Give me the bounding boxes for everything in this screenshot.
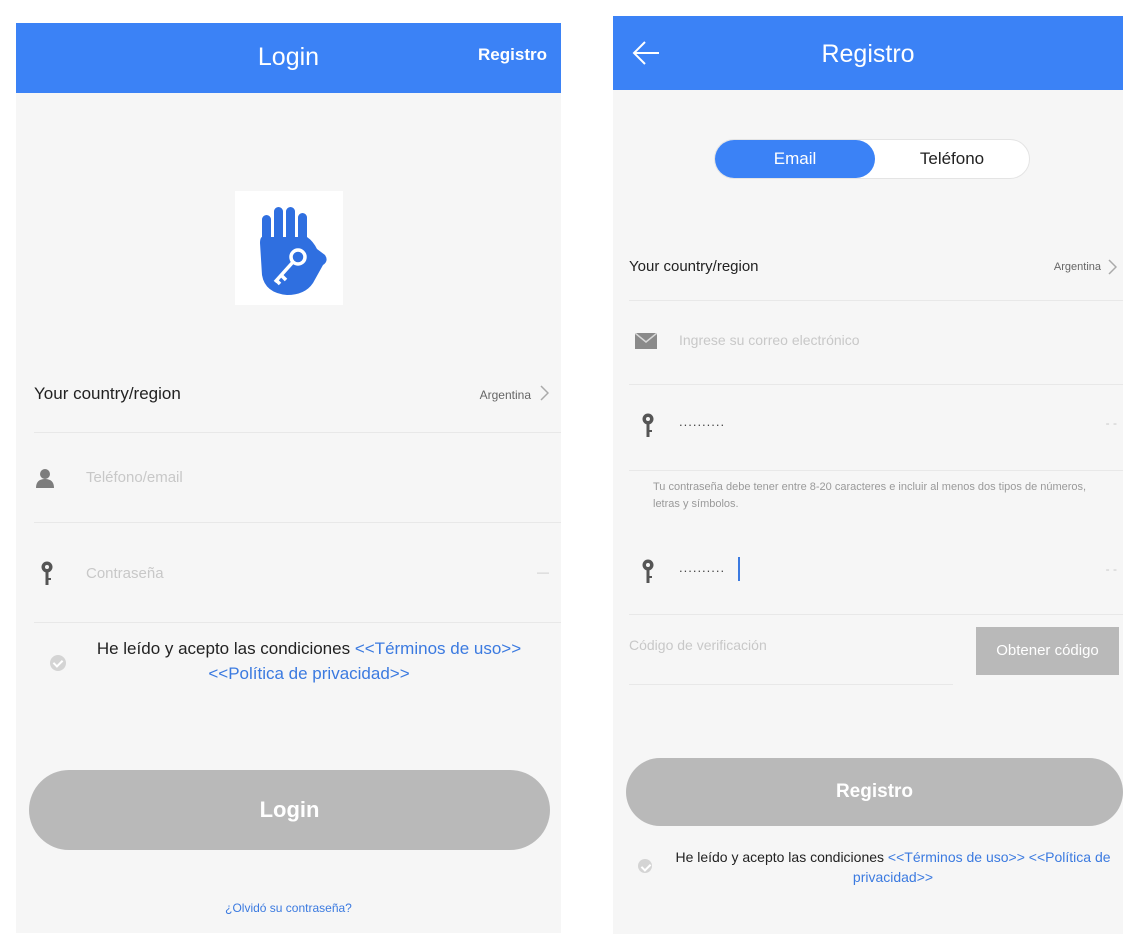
register-screen: Registro Email Teléfono Your country/reg… (613, 16, 1123, 934)
register-topbar: Registro (613, 16, 1123, 90)
tab-email[interactable]: Email (715, 140, 875, 178)
password-field-row: .......... - - (629, 385, 1123, 471)
email-input[interactable]: Ingrese su correo electrónico (679, 332, 1099, 352)
country-label: Your country/region (34, 384, 181, 403)
terms-of-use-link[interactable]: <<Términos de uso>> (355, 639, 521, 658)
login-topbar: Login Registro (16, 23, 561, 93)
login-button[interactable]: Login (29, 770, 550, 850)
terms-statement: He leído y acepto las condiciones (675, 849, 885, 865)
hand-key-icon (260, 207, 327, 295)
terms-checkbox[interactable] (638, 859, 652, 873)
country-value: Argentina (1053, 261, 1101, 273)
code-field-row: Código de verificación (629, 615, 953, 685)
email-field-row: Ingrese su correo electrónico (629, 301, 1123, 385)
user-icon (36, 469, 54, 488)
country-label: Your country/region (629, 258, 759, 275)
password-hint: Tu contraseña debe tener entre 8-20 cara… (653, 481, 1087, 510)
country-row[interactable]: Your country/region Argentina (34, 363, 561, 433)
user-field-row: Teléfono/email (34, 433, 561, 523)
terms-text: He leído y acepto las condiciones <<Térm… (673, 847, 1113, 888)
country-row[interactable]: Your country/region Argentina (629, 241, 1123, 301)
password-field-row: Contraseña — (34, 523, 561, 623)
password-input[interactable]: Contraseña (86, 565, 486, 587)
register-title: Registro (821, 40, 915, 68)
password-visibility-toggle[interactable]: — (537, 565, 549, 579)
key-icon (642, 413, 654, 437)
chevron-right-icon (540, 385, 549, 401)
terms-of-use-link[interactable]: <<Términos de uso>> (888, 849, 1025, 865)
terms-checkbox[interactable] (50, 655, 66, 671)
mail-icon (635, 333, 657, 349)
user-input[interactable]: Teléfono/email (86, 469, 526, 491)
text-cursor (738, 557, 740, 581)
login-screen: Login Registro Your country/region Argen… (16, 23, 561, 933)
key-icon (41, 561, 53, 585)
terms-text: He leído y acepto las condiciones <<Térm… (84, 637, 534, 686)
privacy-policy-link[interactable]: <<Política de privacidad>> (208, 664, 409, 683)
forgot-password-link[interactable]: ¿Olvidó su contraseña? (16, 901, 561, 915)
register-button[interactable]: Registro (626, 758, 1123, 826)
key-icon (642, 559, 654, 583)
password-input[interactable]: .......... (679, 414, 1059, 434)
get-code-button[interactable]: Obtener código (976, 627, 1119, 675)
tab-phone[interactable]: Teléfono (875, 140, 1029, 178)
verification-code-input[interactable]: Código de verificación (629, 637, 929, 659)
signup-method-toggle: Email Teléfono (714, 139, 1030, 179)
chevron-right-icon (1108, 259, 1117, 275)
confirm-password-field-row: .......... - - (629, 531, 1123, 615)
confirm-visibility-toggle[interactable]: - - (1106, 562, 1117, 576)
password-visibility-toggle[interactable]: - - (1106, 416, 1117, 430)
app-logo (235, 191, 343, 305)
country-value: Argentina (479, 388, 531, 402)
terms-statement: He leído y acepto las condiciones (96, 639, 351, 658)
register-link[interactable]: Registro (478, 45, 547, 65)
confirm-password-input[interactable]: .......... (679, 560, 1059, 580)
